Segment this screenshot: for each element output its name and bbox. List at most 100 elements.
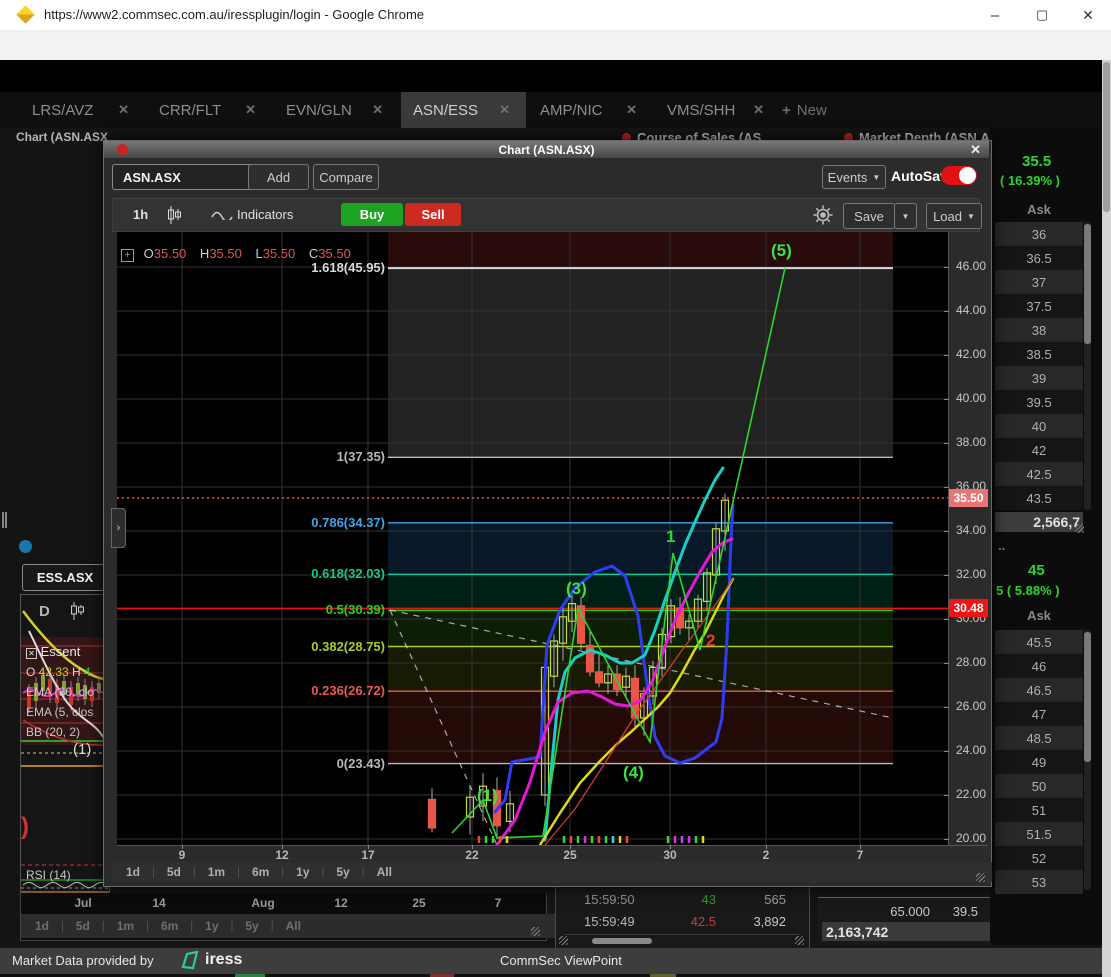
sale-row[interactable]: 15:59:5043565 (556, 888, 807, 910)
chart-window-titlebar[interactable]: Chart (ASN.ASX) ✕ (104, 141, 989, 158)
ess-indicator-label[interactable]: EMA (5, clos (26, 705, 93, 719)
compare-button[interactable]: Compare (313, 164, 379, 190)
close-icon[interactable]: ✕ (970, 142, 981, 158)
ess-mini-chart-panel[interactable]: D ✕ Essent O 42.33 H 4 EMA (30, cloEMA (… (20, 594, 110, 895)
ask-row[interactable]: 43.5 (995, 486, 1083, 510)
chart-plot[interactable] (117, 232, 948, 845)
tab-crr-flt[interactable]: CRR/FLT✕ (147, 92, 272, 128)
tab-lrs-avz[interactable]: LRS/AVZ✕ (20, 92, 145, 128)
horizontal-scrollbar[interactable] (592, 938, 652, 944)
save-dropdown[interactable]: ▼ (894, 203, 917, 229)
iress-logo-icon (180, 951, 202, 970)
ask-row[interactable]: 52 (995, 846, 1083, 870)
period-5y[interactable]: 5y (336, 865, 349, 879)
period-5d[interactable]: 5d (76, 919, 90, 933)
scrollbar-track[interactable] (1084, 630, 1091, 890)
close-button[interactable]: ✕ (1068, 2, 1108, 28)
ess-indicator-label[interactable]: BB (20, 2) (26, 725, 80, 739)
minimize-button[interactable]: – (975, 2, 1015, 28)
resize-grip[interactable] (976, 873, 985, 882)
ask-row[interactable]: 51.5 (995, 822, 1083, 846)
tab-vms-shh[interactable]: VMS/SHH✕ (655, 92, 780, 128)
resize-grip[interactable] (795, 936, 804, 945)
ask-row[interactable]: 49 (995, 750, 1083, 774)
sale-row[interactable]: 15:59:4942.53,892 (556, 910, 807, 932)
chart-sell-button[interactable]: Sell (405, 203, 461, 226)
events-dropdown[interactable]: Events▼ (822, 165, 886, 189)
ess-indicator-label[interactable]: EMA (30, clo (26, 685, 94, 699)
ess-rsi-label[interactable]: RSI (14) (26, 868, 71, 882)
interval-label[interactable]: 1h (133, 207, 148, 222)
save-button[interactable]: Save (843, 203, 895, 229)
close-icon[interactable]: ✕ (372, 102, 383, 118)
ask-row[interactable]: 39.5 (995, 390, 1083, 414)
bg-chart-panel-title[interactable]: Chart (ASN.ASX) (16, 130, 108, 144)
ask-row[interactable]: 37 (995, 270, 1083, 294)
ask-row[interactable]: 51 (995, 798, 1083, 822)
resize-grip[interactable] (559, 936, 568, 945)
ask-row[interactable]: 36.5 (995, 246, 1083, 270)
add-button[interactable]: Add (248, 164, 309, 190)
ask-row[interactable]: 47 (995, 702, 1083, 726)
ask-row[interactable]: 40 (995, 414, 1083, 438)
ask-row[interactable]: 36 (995, 222, 1083, 246)
maximize-button[interactable]: ▢ (1022, 2, 1062, 28)
ask-row[interactable]: 42.5 (995, 462, 1083, 486)
ask-row[interactable]: 38.5 (995, 342, 1083, 366)
scrollbar-thumb[interactable] (1084, 224, 1091, 344)
period-6m[interactable]: 6m (252, 865, 269, 879)
tab-new[interactable]: +New (782, 92, 842, 128)
ask-row[interactable]: 42 (995, 438, 1083, 462)
close-icon[interactable]: ✕ (626, 102, 637, 118)
ask-row[interactable]: 50 (995, 774, 1083, 798)
tab-asn-ess[interactable]: ASN/ESS✕ (401, 92, 526, 128)
gear-icon[interactable] (812, 204, 834, 226)
ask-row[interactable]: 39 (995, 366, 1083, 390)
panel-expander[interactable]: › (111, 508, 126, 548)
period-5d[interactable]: 5d (167, 865, 181, 879)
tab-evn-gln[interactable]: EVN/GLN✕ (274, 92, 399, 128)
close-icon[interactable]: ✕ (245, 102, 256, 118)
ess-symbol-input[interactable]: ESS.ASX (22, 564, 108, 591)
period-1m[interactable]: 1m (208, 865, 225, 879)
expand-icon[interactable]: + (121, 249, 134, 262)
chart-buy-button[interactable]: Buy (341, 203, 403, 226)
period-1y[interactable]: 1y (205, 919, 218, 933)
resize-grip[interactable] (1075, 524, 1084, 533)
ask-row[interactable]: 46.5 (995, 678, 1083, 702)
ask-row[interactable]: 53 (995, 870, 1083, 894)
candle-style-icon[interactable] (165, 205, 183, 225)
checkbox-icon[interactable]: ✕ (26, 648, 37, 659)
period-6m[interactable]: 6m (161, 919, 178, 933)
browser-scrollbar[interactable] (1102, 60, 1111, 977)
notification-dot[interactable] (19, 540, 32, 553)
ask-row[interactable]: 48.5 (995, 726, 1083, 750)
left-splitter-grip[interactable] (2, 512, 8, 528)
period-1d[interactable]: 1d (126, 865, 140, 879)
ask-row[interactable]: 46 (995, 654, 1083, 678)
tab-amp-nic[interactable]: AMP/NIC✕ (528, 92, 653, 128)
period-1y[interactable]: 1y (296, 865, 309, 879)
period-1m[interactable]: 1m (117, 919, 134, 933)
ask-row[interactable]: 45.5 (995, 630, 1083, 654)
period-All[interactable]: All (377, 865, 392, 879)
ess-legend-title[interactable]: ✕ Essent (26, 644, 80, 659)
autosave-toggle[interactable] (941, 166, 977, 185)
chart-symbol-input[interactable]: ASN.ASX (112, 164, 254, 190)
close-icon[interactable]: ✕ (499, 102, 510, 118)
period-All[interactable]: All (286, 919, 301, 933)
indicators-button[interactable]: Indicators (237, 207, 293, 222)
period-1d[interactable]: 1d (35, 919, 49, 933)
close-icon[interactable]: ✕ (118, 102, 129, 118)
scrollbar-thumb[interactable] (1103, 62, 1110, 212)
period-5y[interactable]: 5y (245, 919, 258, 933)
resize-grip[interactable] (531, 927, 540, 936)
scrollbar-track[interactable] (1084, 222, 1091, 510)
scrollbar-thumb[interactable] (1084, 632, 1091, 762)
ask-row[interactable]: 37.5 (995, 294, 1083, 318)
close-icon[interactable]: ✕ (753, 102, 764, 118)
load-dropdown[interactable]: Load▼ (926, 203, 982, 229)
separator: | (193, 866, 196, 878)
ask-row[interactable]: 38 (995, 318, 1083, 342)
record-dot[interactable] (117, 144, 128, 155)
